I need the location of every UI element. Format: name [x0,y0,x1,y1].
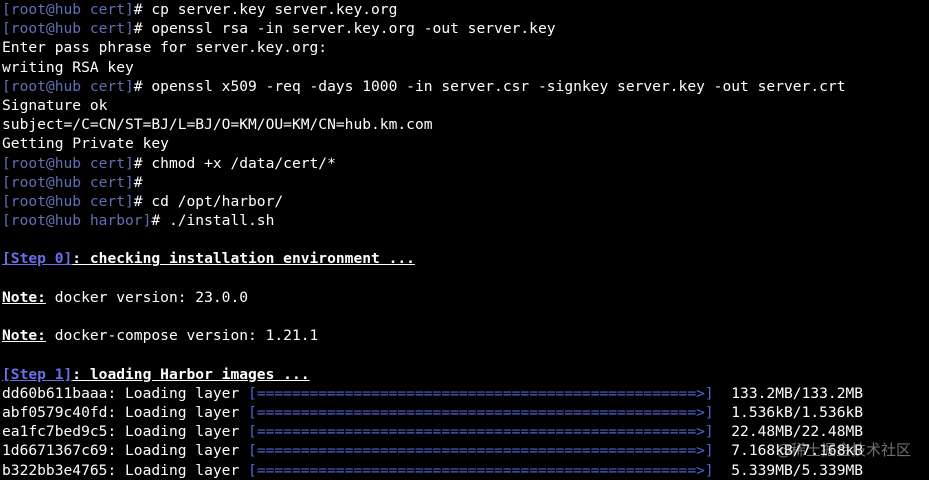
layer-size: 1.536kB/1.536kB [713,403,864,421]
command-text: # ./install.sh [151,212,275,230]
step-description: : checking installation environment ... [72,250,415,268]
output-text: Getting Private key [2,135,169,153]
progress-bar: [=======================================… [248,442,714,460]
step-line: [Step 1]: loading Harbor images ... [2,365,927,384]
output-line: Signature ok [2,96,927,115]
command-line: [root@hub cert]# cd /opt/harbor/ [2,192,927,211]
shell-prompt: [root@hub cert] [2,77,134,95]
command-text: # cp server.key server.key.org [133,1,398,18]
progress-bar: [=======================================… [248,461,714,479]
output-text: subject=/C=CN/ST=BJ/L=BJ/O=KM/OU=KM/CN=h… [2,116,433,134]
command-text: # chmod +x /data/cert/* [133,154,336,172]
layer-id: dd60b611baaa [2,384,108,402]
watermark: @稀土掘金技术社区 [775,441,911,459]
layer-size: 5.339MB/5.339MB [713,461,864,479]
shell-prompt: [root@hub cert] [2,192,134,210]
shell-prompt: [root@hub harbor] [2,212,152,230]
note-line: Note: docker-compose version: 1.21.1 [2,326,927,345]
layer-id: ea1fc7bed9c5 [2,423,108,441]
command-text: # [133,173,143,191]
output-text: Enter pass phrase for server.key.org: [2,39,328,57]
layer-label: : Loading layer [107,423,249,441]
output-line: Getting Private key [2,134,927,153]
output-line: subject=/C=CN/ST=BJ/L=BJ/O=KM/OU=KM/CN=h… [2,115,927,134]
shell-prompt: [root@hub cert] [2,173,134,191]
shell-prompt: [root@hub cert] [2,154,134,172]
layer-progress-line: abf0579c40fd: Loading layer [===========… [2,403,927,422]
layer-id: 1d6671367c69 [2,442,108,460]
command-line: [root@hub cert]# cp server.key server.ke… [2,0,927,19]
layer-size: 22.48MB/22.48MB [713,423,864,441]
note-tag: Note: [2,288,46,306]
command-text: # openssl rsa -in server.key.org -out se… [133,20,556,38]
step-line: [Step 0]: checking installation environm… [2,249,927,268]
layer-progress-line: dd60b611baaa: Loading layer [===========… [2,384,927,403]
shell-prompt: [root@hub cert] [2,1,134,18]
layer-id: b322bb3e4765 [2,461,108,479]
progress-bar: [=======================================… [248,403,714,421]
progress-bar: [=======================================… [248,384,714,402]
command-line: [root@hub cert]# openssl x509 -req -days… [2,77,927,96]
step-description: : loading Harbor images ... [72,365,310,383]
command-text: # cd /opt/harbor/ [133,192,284,210]
step-tag: [Step 1] [2,365,73,383]
command-line: [root@hub cert]# [2,173,927,192]
output-text: writing RSA key [2,58,134,76]
terminal-output[interactable]: [root@hub cert]# cp server.key server.ke… [2,0,927,480]
layer-label: : Loading layer [107,442,249,460]
note-text: docker version: 23.0.0 [45,288,249,306]
note-line: Note: docker version: 23.0.0 [2,288,927,307]
command-text: # openssl x509 -req -days 1000 -in serve… [133,77,846,95]
progress-bar: [=======================================… [248,423,714,441]
output-text: Signature ok [2,96,108,114]
layer-label: : Loading layer [107,384,249,402]
shell-prompt: [root@hub cert] [2,20,134,38]
command-line: [root@hub harbor]# ./install.sh [2,211,927,230]
layer-size: 133.2MB/133.2MB [713,384,864,402]
layer-id: abf0579c40fd [2,403,108,421]
note-tag: Note: [2,327,46,345]
command-line: [root@hub cert]# openssl rsa -in server.… [2,19,927,38]
layer-label: : Loading layer [107,461,249,479]
step-tag: [Step 0] [2,250,73,268]
output-line: writing RSA key [2,58,927,77]
command-line: [root@hub cert]# chmod +x /data/cert/* [2,154,927,173]
output-line: Enter pass phrase for server.key.org: [2,38,927,57]
layer-progress-line: b322bb3e4765: Loading layer [===========… [2,461,927,480]
note-text: docker-compose version: 1.21.1 [45,327,319,345]
layer-label: : Loading layer [107,403,249,421]
